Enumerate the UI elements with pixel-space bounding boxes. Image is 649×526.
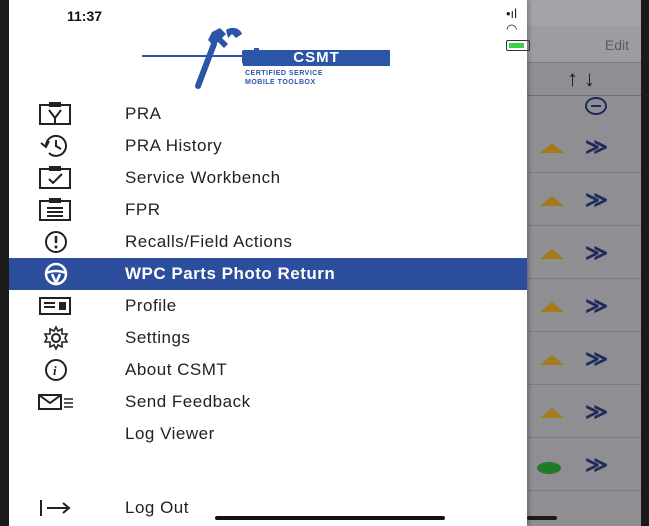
side-drawer-menu: 11:37 •ıl ◠ CSMT CERTIFIED SERVICE MOBIL… bbox=[9, 0, 530, 526]
menu-item-fpr[interactable]: FPR bbox=[9, 194, 527, 226]
logo-subtitle-2: MOBILE TOOLBOX bbox=[245, 79, 316, 86]
status-time: 11:37 bbox=[67, 8, 103, 24]
menu-item-label: About CSMT bbox=[125, 360, 228, 379]
wifi-icon: ◠ bbox=[506, 21, 518, 36]
clipboard-list-icon bbox=[39, 198, 71, 221]
list-item[interactable]: ≫ bbox=[527, 438, 641, 491]
menu-item-pra[interactable]: PRA bbox=[9, 98, 527, 130]
chevron-right-icon[interactable]: ≫ bbox=[585, 399, 608, 425]
signal-icon: •ıl bbox=[506, 6, 518, 21]
sort-bar: ↑↓ bbox=[527, 63, 641, 96]
home-indicator bbox=[215, 516, 445, 520]
menu-item-settings[interactable]: Settings bbox=[9, 322, 527, 354]
menu-item-label: Log Out bbox=[125, 498, 189, 517]
warning-triangle-icon bbox=[540, 302, 564, 312]
clipboard-check-icon bbox=[39, 166, 71, 189]
menu-item-label: Send Feedback bbox=[125, 392, 251, 411]
list-item[interactable]: ≫ bbox=[527, 120, 641, 173]
background-status-bar bbox=[527, 0, 641, 26]
menu-item-label: FPR bbox=[125, 200, 161, 219]
device-frame-left bbox=[0, 0, 9, 526]
steering-wheel-icon bbox=[44, 262, 68, 287]
logout-arrow-icon bbox=[40, 500, 71, 516]
battery-icon bbox=[506, 40, 530, 52]
warning-triangle-icon bbox=[540, 408, 564, 418]
warning-triangle-icon bbox=[540, 143, 564, 153]
list-item[interactable]: ≫ bbox=[527, 279, 641, 332]
chevron-right-icon[interactable]: ≫ bbox=[585, 240, 608, 266]
status-ok-dot-icon bbox=[537, 462, 561, 474]
gear-icon bbox=[43, 325, 69, 351]
menu-item-label: Service Workbench bbox=[125, 168, 281, 187]
menu-item-recalls[interactable]: Recalls/Field Actions bbox=[9, 226, 527, 258]
menu-item-log-viewer[interactable]: Log Viewer bbox=[9, 418, 527, 450]
warning-triangle-icon bbox=[540, 196, 564, 206]
chevron-right-icon[interactable]: ≫ bbox=[585, 452, 608, 478]
chevron-right-icon[interactable]: ≫ bbox=[585, 187, 608, 213]
background-nav-bar: Edit bbox=[527, 26, 641, 63]
info-icon: i bbox=[45, 359, 67, 381]
device-frame-right bbox=[641, 0, 649, 526]
background-screen: Edit ↑↓ ≫ ≫ ≫ ≫ ≫ ≫ ≫ bbox=[527, 0, 641, 526]
menu-item-service-workbench[interactable]: Service Workbench bbox=[9, 162, 527, 194]
menu-item-label: Recalls/Field Actions bbox=[125, 232, 293, 251]
alert-circle-icon bbox=[45, 231, 67, 253]
sort-arrows-icon[interactable]: ↑↓ bbox=[567, 66, 601, 92]
list-item[interactable]: ≫ bbox=[527, 385, 641, 438]
chevron-right-icon[interactable]: ≫ bbox=[585, 293, 608, 319]
warning-triangle-icon bbox=[540, 249, 564, 259]
home-indicator-tail bbox=[527, 516, 557, 520]
logo-title: CSMT bbox=[243, 50, 390, 66]
menu-item-label: Log Viewer bbox=[125, 424, 215, 443]
status-icons: •ıl ◠ bbox=[506, 6, 530, 52]
menu-item-label: PRA History bbox=[125, 136, 223, 155]
clipboard-wrench-icon bbox=[39, 102, 71, 125]
menu-item-send-feedback[interactable]: Send Feedback bbox=[9, 386, 527, 418]
menu-item-label: PRA bbox=[125, 104, 162, 123]
menu-item-about[interactable]: i About CSMT bbox=[9, 354, 527, 386]
id-card-icon bbox=[39, 297, 71, 315]
list-item[interactable]: ≫ bbox=[527, 332, 641, 385]
menu-item-label: Profile bbox=[125, 296, 177, 315]
warning-triangle-icon bbox=[540, 355, 564, 365]
menu-item-pra-history[interactable]: PRA History bbox=[9, 130, 527, 162]
menu-item-wpc-parts-photo-return[interactable]: WPC Parts Photo Return bbox=[9, 258, 527, 290]
svg-text:i: i bbox=[53, 363, 57, 378]
logo-subtitle-1: CERTIFIED SERVICE bbox=[245, 70, 323, 77]
list-item[interactable]: ≫ bbox=[527, 173, 641, 226]
menu-item-label: WPC Parts Photo Return bbox=[125, 264, 336, 283]
menu-item-label: Settings bbox=[125, 328, 191, 347]
minus-circle-icon[interactable] bbox=[585, 97, 607, 115]
list-item[interactable]: ≫ bbox=[527, 226, 641, 279]
envelope-icon bbox=[38, 394, 73, 410]
chevron-right-icon[interactable]: ≫ bbox=[585, 134, 608, 160]
chevron-right-icon[interactable]: ≫ bbox=[585, 346, 608, 372]
menu-item-profile[interactable]: Profile bbox=[9, 290, 527, 322]
history-icon bbox=[40, 134, 67, 157]
edit-button[interactable]: Edit bbox=[605, 37, 629, 53]
